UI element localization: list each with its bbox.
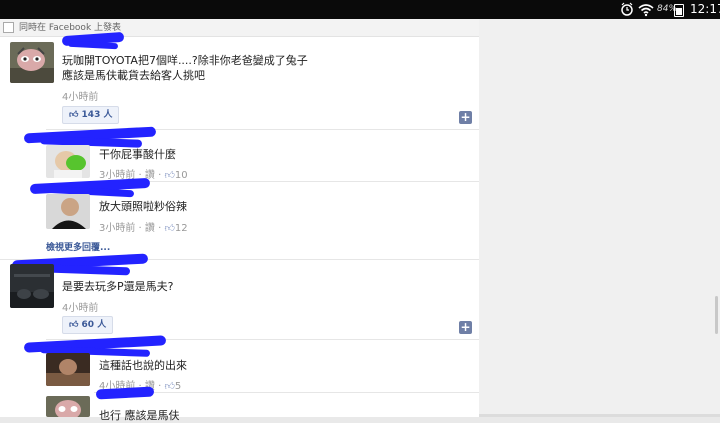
battery-icon xyxy=(674,4,684,17)
avatar[interactable] xyxy=(46,194,90,229)
thumbs-up-icon: 👍︎ xyxy=(164,223,175,234)
status-bar: 84% 12:17 xyxy=(0,0,720,19)
like-count-badge[interactable]: 👍︎ 60 人 xyxy=(62,316,114,334)
comment-timestamp: 4小時前 xyxy=(62,92,99,103)
like-count: 143 人 xyxy=(81,110,113,120)
reply-like-count: 10 xyxy=(174,170,188,181)
share-label: 同時在 Facebook 上發表 xyxy=(19,23,122,33)
reply-timestamp: 3小時前 xyxy=(99,223,136,234)
avatar[interactable] xyxy=(46,145,90,178)
clock: 12:17 xyxy=(690,2,720,16)
reply-text: 放大頭照啦粆俗辣 xyxy=(99,200,187,213)
reply-text: 這種話也說的出來 xyxy=(99,359,187,372)
thumbs-up-icon: 👍︎ xyxy=(69,110,79,120)
reply-text: 也行 應該是馬伕 xyxy=(99,409,180,422)
view-more-replies-link[interactable]: 檢視更多回覆... xyxy=(46,240,110,253)
separator: · xyxy=(135,223,145,234)
wifi-icon xyxy=(638,0,654,19)
scrollbar[interactable] xyxy=(715,296,718,334)
background-area xyxy=(479,19,720,417)
add-reply-button[interactable]: + xyxy=(459,321,472,334)
like-count-badge[interactable]: 👍︎ 143 人 xyxy=(62,106,120,124)
alarm-icon xyxy=(620,0,636,19)
avatar[interactable] xyxy=(46,396,90,417)
comment-text: 是要去玩多P還是馬夫? xyxy=(62,280,174,293)
reply-like-count: 5 xyxy=(174,381,182,392)
reply-text: 干你屁事酸什麼 xyxy=(99,148,176,161)
add-reply-button[interactable]: + xyxy=(459,111,472,124)
avatar[interactable] xyxy=(10,42,54,83)
thumbs-up-icon: 👍︎ xyxy=(164,381,175,392)
avatar[interactable] xyxy=(10,264,54,308)
reply-meta: 3小時前 · 讚 · 👍︎12 xyxy=(99,219,188,234)
comment-timestamp: 4小時前 xyxy=(62,303,99,314)
like-link[interactable]: 讚 xyxy=(145,223,155,234)
avatar[interactable] xyxy=(46,353,90,386)
share-to-facebook-row[interactable]: 同時在 Facebook 上發表 xyxy=(0,19,479,37)
comment-text: 應該是馬伕載貨去給客人挑吧 xyxy=(62,69,205,82)
divider xyxy=(94,181,479,182)
thumbs-up-icon: 👍︎ xyxy=(164,170,175,181)
share-checkbox[interactable] xyxy=(3,22,14,33)
thumbs-up-icon: 👍︎ xyxy=(69,320,79,330)
reply-like-count: 12 xyxy=(174,223,188,234)
like-count: 60 人 xyxy=(81,320,107,330)
comment-text: 玩咖開TOYOTA把7個咩....?除非你老爸變成了兔子 xyxy=(62,54,308,67)
